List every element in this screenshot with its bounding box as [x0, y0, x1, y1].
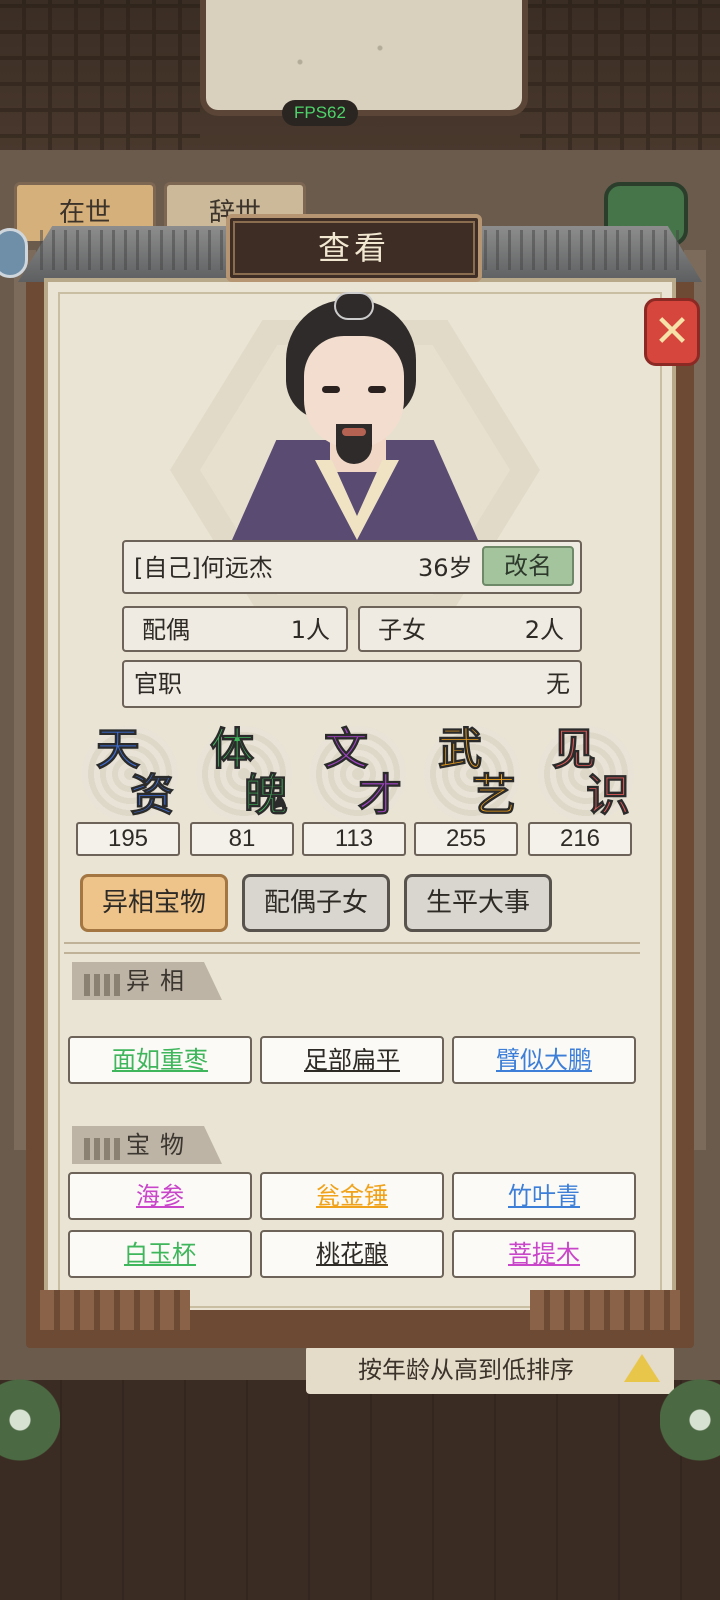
attr-name-char: 见 [552, 724, 597, 775]
lattice-window-right [520, 0, 720, 160]
attr-name-char: 魄 [244, 770, 289, 821]
background-floor [0, 1380, 720, 1600]
spouse-count: 1人 [290, 616, 330, 644]
avatar[interactable] [0, 228, 28, 278]
tab-life-events[interactable]: 生平大事 [404, 874, 552, 932]
attr-name-char: 识 [586, 770, 631, 821]
attr-value-wuyi: 255 [414, 822, 518, 856]
treasure-chip[interactable]: 桃花酿 [260, 1230, 444, 1278]
treasure-chip[interactable]: 瓮金锤 [260, 1172, 444, 1220]
portrait-eye-right [368, 386, 386, 393]
flower-icon [0, 1360, 60, 1480]
section-divider [64, 942, 640, 954]
attr-name-char: 才 [358, 770, 403, 821]
character-age: 36岁 [418, 554, 473, 582]
attr-name: 体魄 [200, 724, 310, 824]
children-row: 子女 2人 [358, 606, 582, 652]
attr-name: 文才 [314, 724, 424, 824]
sort-arrow-icon [624, 1354, 660, 1382]
attr-value-wencai: 113 [302, 822, 406, 856]
character-name: [自己]何远杰 [134, 554, 273, 582]
attr-name: 武艺 [428, 724, 538, 824]
attr-value-jianshi: 216 [528, 822, 632, 856]
dialog-foot-left [40, 1290, 190, 1330]
close-button[interactable]: ✕ [644, 298, 700, 366]
orchid-icon [240, 20, 440, 90]
attr-name-char: 天 [96, 724, 141, 775]
attr-name-char: 体 [210, 724, 255, 775]
dialog-foot-right [530, 1290, 680, 1330]
sort-button[interactable]: 按年龄从高到低排序 [306, 1346, 674, 1394]
children-count: 2人 [524, 616, 564, 644]
tab-spouse-children[interactable]: 配偶子女 [242, 874, 390, 932]
portrait-mouth [342, 428, 366, 436]
portrait-hair-bun [334, 292, 374, 320]
portrait-eye-left [322, 386, 340, 393]
attr-name-char: 艺 [472, 770, 517, 821]
close-icon: ✕ [653, 306, 691, 357]
fps-counter: FPS62 [282, 100, 358, 126]
office-value: 无 [546, 670, 570, 698]
trait-chip[interactable]: 面如重枣 [68, 1036, 252, 1084]
flower-icon [660, 1360, 720, 1480]
heading-ornament-icon [84, 1138, 122, 1160]
attr-name-char: 资 [130, 770, 175, 821]
treasure-chip[interactable]: 海参 [68, 1172, 252, 1220]
attr-name: 见识 [542, 724, 652, 824]
attr-value-tianzi: 195 [76, 822, 180, 856]
treasure-chip[interactable]: 白玉杯 [68, 1230, 252, 1278]
office-row: 官职 无 [122, 660, 582, 708]
attr-name-char: 文 [324, 724, 369, 775]
heading-ornament-icon [84, 974, 122, 996]
spouse-row: 配偶 1人 [122, 606, 348, 652]
office-label: 官职 [134, 670, 182, 698]
treasure-chip[interactable]: 竹叶青 [452, 1172, 636, 1220]
treasure-chip[interactable]: 菩提木 [452, 1230, 636, 1278]
attr-name-char: 武 [438, 724, 483, 775]
attr-name: 天资 [86, 724, 196, 824]
attr-value-tipo: 81 [190, 822, 294, 856]
dialog-title: 查看 [317, 229, 390, 267]
lattice-window-left [0, 0, 200, 160]
children-label: 子女 [378, 616, 426, 644]
trait-chip[interactable]: 足部扁平 [260, 1036, 444, 1084]
spouse-label: 配偶 [142, 616, 190, 644]
rename-button[interactable]: 改名 [482, 546, 574, 586]
tab-traits-treasures[interactable]: 异相宝物 [80, 874, 228, 932]
trait-chip[interactable]: 臂似大鹏 [452, 1036, 636, 1084]
